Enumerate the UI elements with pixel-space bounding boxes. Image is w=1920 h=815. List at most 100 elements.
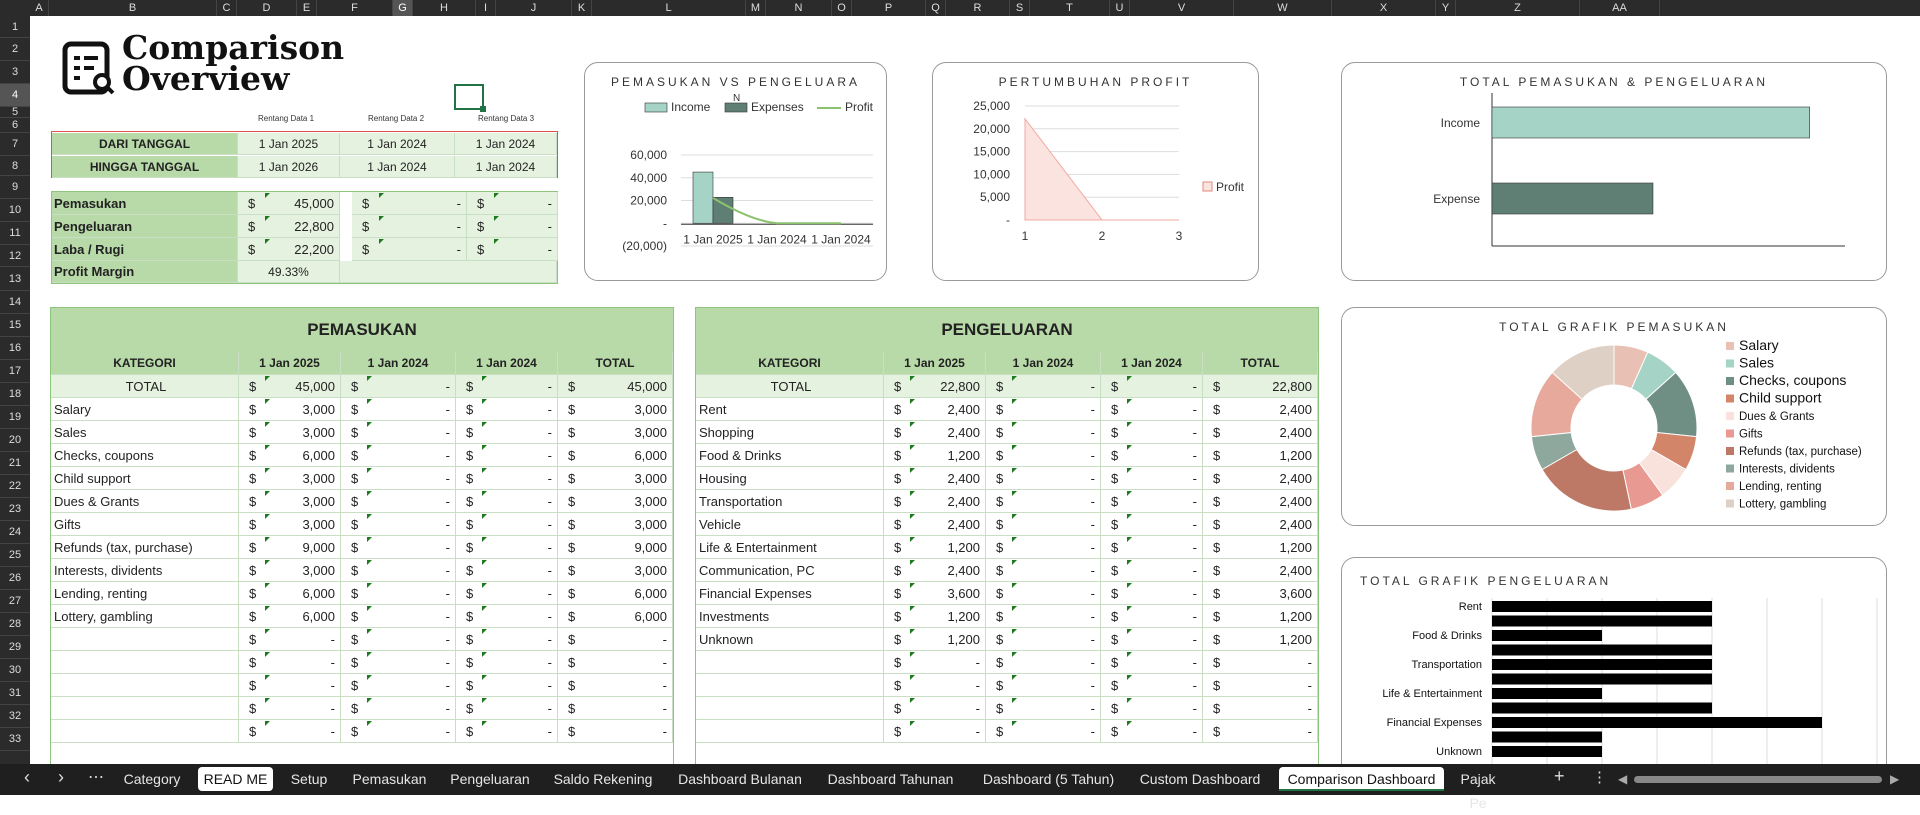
selected-cell[interactable] (454, 84, 486, 112)
amount-cell[interactable]: $ - (341, 467, 456, 490)
amount-cell[interactable]: $2,400 (884, 467, 986, 490)
amount-cell[interactable]: $6,000 (239, 582, 341, 605)
row-header-31[interactable]: 31 (0, 682, 30, 705)
sheet-tab[interactable]: Pajak Pe (1450, 767, 1506, 811)
amount-cell[interactable]: $ - (986, 513, 1101, 536)
amount-cell[interactable]: $ - (1203, 651, 1318, 674)
row-header-29[interactable]: 29 (0, 636, 30, 659)
amount-cell[interactable]: $ - (341, 536, 456, 559)
summary-value[interactable]: - (493, 238, 558, 261)
amount-cell[interactable]: $2,400 (1203, 421, 1318, 444)
chart-card-profit-growth[interactable]: PERTUMBUHAN PROFIT 25,000 20,000 15,000 10,… (932, 62, 1259, 281)
row-header-4[interactable]: 4 (0, 84, 30, 107)
amount-cell[interactable]: $ - (1101, 720, 1203, 743)
amount-cell[interactable]: $3,000 (558, 421, 673, 444)
sheet-tab[interactable]: Setup (283, 767, 335, 791)
summary-value[interactable]: - (378, 192, 467, 215)
row-header-25[interactable]: 25 (0, 544, 30, 567)
amount-cell[interactable]: $ - (456, 651, 558, 674)
amount-cell[interactable]: $ - (986, 490, 1101, 513)
column-header-P[interactable]: P (852, 0, 926, 16)
amount-cell[interactable]: $ - (884, 697, 986, 720)
amount-cell[interactable]: $ - (1101, 651, 1203, 674)
column-header-Z[interactable]: Z (1456, 0, 1580, 16)
amount-cell[interactable]: $ - (558, 720, 673, 743)
amount-cell[interactable]: $3,000 (558, 513, 673, 536)
amount-cell[interactable]: $ - (456, 536, 558, 559)
row-header-16[interactable]: 16 (0, 337, 30, 360)
row-header-30[interactable]: 30 (0, 659, 30, 682)
amount-cell[interactable]: $ - (558, 697, 673, 720)
summary-value[interactable]: 22,200 (264, 238, 340, 261)
row-header-27[interactable]: 27 (0, 590, 30, 613)
column-header-M[interactable]: M (746, 0, 766, 16)
row-header-11[interactable]: 11 (0, 222, 30, 245)
column-header-U[interactable]: U (1110, 0, 1130, 16)
row-header-14[interactable]: 14 (0, 291, 30, 314)
amount-cell[interactable]: $ - (1203, 674, 1318, 697)
amount-cell[interactable]: $ - (1101, 559, 1203, 582)
column-header-R[interactable]: R (946, 0, 1010, 16)
amount-cell[interactable]: $3,000 (558, 559, 673, 582)
amount-cell[interactable]: $ - (456, 697, 558, 720)
row-header-24[interactable]: 24 (0, 521, 30, 544)
amount-cell[interactable]: $ - (456, 559, 558, 582)
amount-cell[interactable]: $ - (1101, 467, 1203, 490)
amount-cell[interactable]: $2,400 (884, 559, 986, 582)
amount-cell[interactable]: $45,000 (239, 375, 341, 398)
amount-cell[interactable]: $2,400 (884, 490, 986, 513)
row-header-28[interactable]: 28 (0, 613, 30, 636)
amount-cell[interactable]: $3,600 (884, 582, 986, 605)
date-cell[interactable]: 1 Jan 2024 (340, 156, 455, 178)
column-header-G[interactable]: G (393, 0, 413, 16)
amount-cell[interactable]: $9,000 (558, 536, 673, 559)
amount-cell[interactable]: $ - (456, 490, 558, 513)
chart-card-total-income-expense[interactable]: TOTAL PEMASUKAN & PENGELUARAN Income Expe… (1341, 62, 1887, 281)
amount-cell[interactable]: $ - (456, 444, 558, 467)
amount-cell[interactable]: $ - (1203, 720, 1318, 743)
amount-cell[interactable]: $1,200 (1203, 444, 1318, 467)
column-header-H[interactable]: H (413, 0, 476, 16)
row-header-12[interactable]: 12 (0, 245, 30, 267)
date-cell[interactable]: 1 Jan 2026 (238, 156, 340, 178)
amount-cell[interactable]: $ - (456, 375, 558, 398)
sheet-tab[interactable]: Custom Dashboard (1133, 767, 1267, 791)
amount-cell[interactable]: $1,200 (1203, 628, 1318, 651)
amount-cell[interactable]: $ - (1203, 697, 1318, 720)
column-header-Y[interactable]: Y (1436, 0, 1456, 16)
amount-cell[interactable]: $3,000 (239, 559, 341, 582)
sheet-tab[interactable]: Saldo Rekening (546, 767, 660, 791)
column-header-J[interactable]: J (496, 0, 572, 16)
amount-cell[interactable]: $3,000 (558, 490, 673, 513)
summary-value[interactable]: - (493, 215, 558, 238)
amount-cell[interactable]: $ - (341, 559, 456, 582)
amount-cell[interactable]: $2,400 (1203, 513, 1318, 536)
row-header-13[interactable]: 13 (0, 267, 30, 291)
row-header-17[interactable]: 17 (0, 360, 30, 383)
amount-cell[interactable]: $ - (341, 375, 456, 398)
column-header-F[interactable]: F (317, 0, 393, 16)
amount-cell[interactable]: $ - (341, 697, 456, 720)
row-header-15[interactable]: 15 (0, 314, 30, 337)
amount-cell[interactable]: $3,000 (239, 513, 341, 536)
amount-cell[interactable]: $2,400 (1203, 490, 1318, 513)
amount-cell[interactable]: $ - (341, 720, 456, 743)
amount-cell[interactable]: $ - (1101, 444, 1203, 467)
sheet-menu-button[interactable]: ⋮ (1592, 768, 1607, 786)
amount-cell[interactable]: $ - (558, 628, 673, 651)
amount-cell[interactable]: $ - (456, 674, 558, 697)
amount-cell[interactable]: $ - (1101, 490, 1203, 513)
amount-cell[interactable]: $ - (456, 421, 558, 444)
amount-cell[interactable]: $ - (1101, 582, 1203, 605)
amount-cell[interactable]: $3,600 (1203, 582, 1318, 605)
amount-cell[interactable]: $ - (341, 444, 456, 467)
amount-cell[interactable]: $6,000 (239, 605, 341, 628)
amount-cell[interactable]: $ - (986, 536, 1101, 559)
amount-cell[interactable]: $ - (558, 674, 673, 697)
chart-card-income-vs-expense[interactable]: PEMASUKAN VS PENGELUARA Income Expenses Pr… (584, 62, 887, 281)
amount-cell[interactable]: $ - (1101, 398, 1203, 421)
amount-cell[interactable]: $ - (341, 490, 456, 513)
date-cell[interactable]: 1 Jan 2024 (340, 133, 455, 155)
row-header-18[interactable]: 18 (0, 383, 30, 406)
amount-cell[interactable]: $ - (986, 628, 1101, 651)
